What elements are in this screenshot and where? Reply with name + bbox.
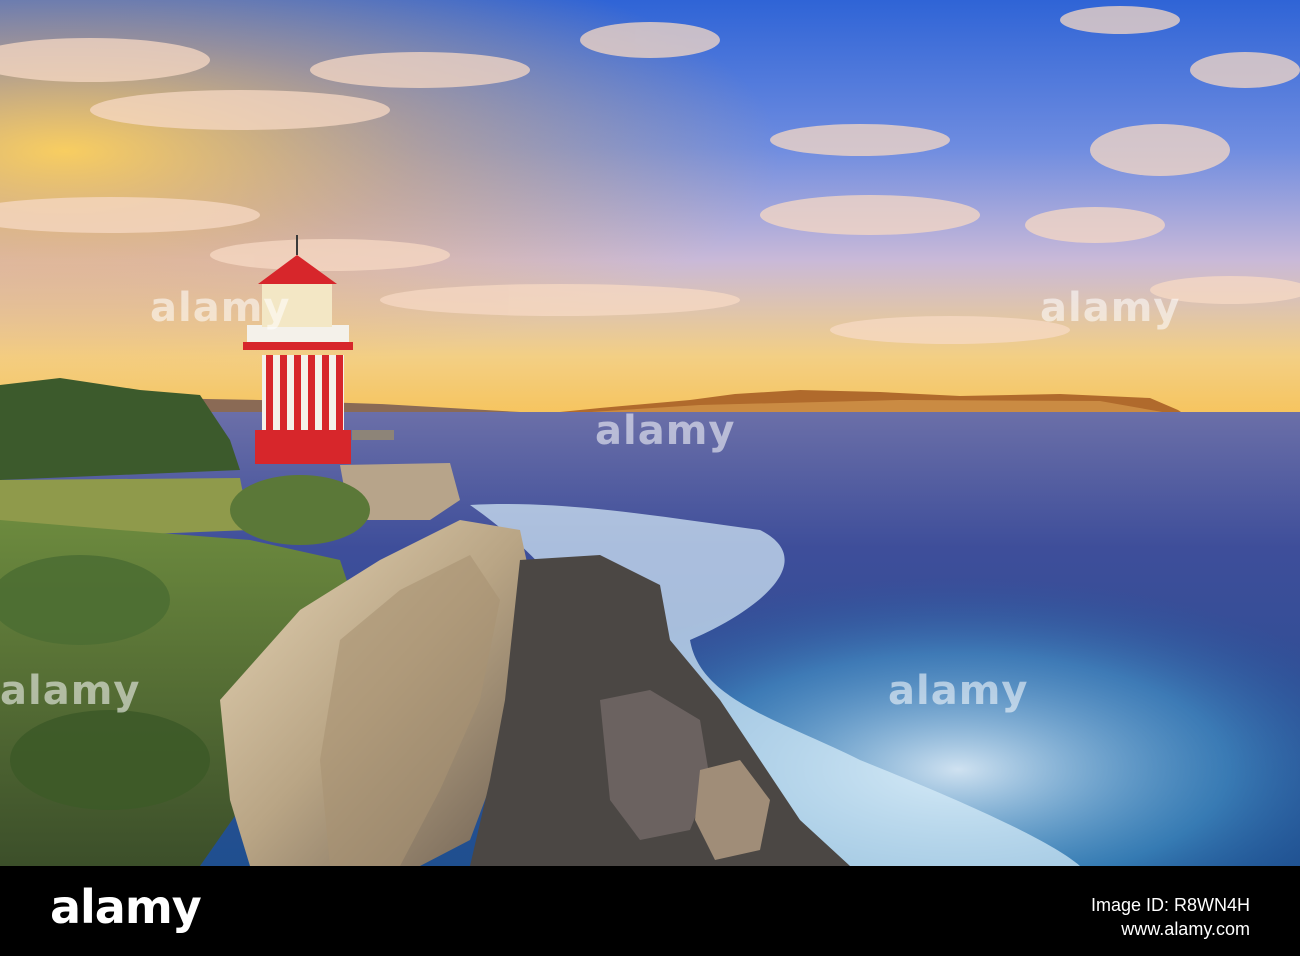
stock-photo-frame: alamy alamy alamy alamy alamy alamy Imag… bbox=[0, 0, 1300, 956]
watermark-left: alamy bbox=[0, 668, 141, 714]
image-meta: Image ID: R8WN4H www.alamy.com bbox=[1091, 893, 1250, 941]
alamy-logo[interactable]: alamy bbox=[50, 884, 202, 930]
image-id: Image ID: R8WN4H bbox=[1090, 895, 1250, 915]
watermark-upper-right: alamy bbox=[1040, 285, 1181, 331]
watermark-upper-left: alamy bbox=[150, 285, 291, 331]
watermark-layer: alamy alamy alamy alamy alamy bbox=[0, 0, 1300, 866]
site-url[interactable]: www.alamy.com bbox=[1091, 917, 1250, 941]
watermark-top-center: alamy bbox=[595, 408, 736, 454]
watermark-right: alamy bbox=[888, 668, 1029, 714]
